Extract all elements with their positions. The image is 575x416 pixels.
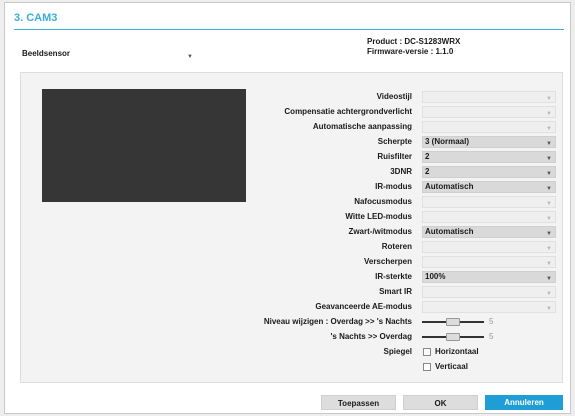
setting-row-ir-sterkte: IR-sterkte 100% ▼ bbox=[21, 270, 562, 284]
nafocus-select[interactable]: ▼ bbox=[422, 196, 556, 208]
category-select[interactable]: Beeldsensor ▼ bbox=[20, 47, 193, 60]
vertical-checkbox-label[interactable]: Verticaal bbox=[435, 360, 468, 374]
setting-label: Zwart-/witmodus bbox=[348, 227, 412, 236]
horizontal-checkbox[interactable] bbox=[423, 348, 431, 356]
roteren-select[interactable]: ▼ bbox=[422, 241, 556, 253]
setting-row-3dnr: 3DNR 2 ▼ bbox=[21, 165, 562, 179]
chevron-down-icon: ▼ bbox=[546, 261, 552, 267]
scherpte-value: 3 (Normaal) bbox=[425, 137, 470, 146]
setting-label: Roteren bbox=[381, 242, 412, 251]
chevron-down-icon: ▼ bbox=[546, 291, 552, 297]
apply-button[interactable]: Toepassen bbox=[321, 395, 396, 410]
setting-row-ruisfilter: Ruisfilter 2 ▼ bbox=[21, 150, 562, 164]
setting-row-blc: Compensatie achtergrondverlicht ▼ bbox=[21, 105, 562, 119]
3dnr-select[interactable]: 2 ▼ bbox=[422, 166, 556, 178]
setting-row-verscherpen: Verscherpen ▼ bbox=[21, 255, 562, 269]
setting-label: Verscherpen bbox=[363, 257, 412, 266]
chevron-down-icon: ▼ bbox=[546, 171, 552, 177]
setting-row-ir-modus: IR-modus Automatisch ▼ bbox=[21, 180, 562, 194]
chevron-down-icon: ▼ bbox=[546, 216, 552, 222]
setting-label: IR-modus bbox=[375, 182, 412, 191]
night-to-day-slider[interactable] bbox=[422, 333, 484, 341]
window-title: 3. CAM3 bbox=[14, 12, 58, 24]
3dnr-value: 2 bbox=[425, 167, 430, 176]
setting-label: Geavanceerde AE-modus bbox=[315, 302, 412, 311]
setting-row-zwart-wit: Zwart-/witmodus Automatisch ▼ bbox=[21, 225, 562, 239]
slider-thumb[interactable] bbox=[446, 318, 460, 326]
chevron-down-icon: ▼ bbox=[546, 306, 552, 312]
setting-label: Spiegel bbox=[383, 347, 412, 356]
chevron-down-icon: ▼ bbox=[546, 156, 552, 162]
firmware-version: Firmware-versie : 1.1.0 bbox=[367, 47, 454, 56]
day-to-night-slider[interactable] bbox=[422, 318, 484, 326]
setting-row-night-to-day: 's Nachts >> Overdag 5 bbox=[21, 330, 562, 344]
setting-label: Compensatie achtergrondverlicht bbox=[284, 107, 412, 116]
setting-label: Videostijl bbox=[376, 92, 412, 101]
setting-row-adv-ae: Geavanceerde AE-modus ▼ bbox=[21, 300, 562, 314]
slider-value: 5 bbox=[489, 317, 494, 326]
ir-modus-value: Automatisch bbox=[425, 182, 474, 191]
camera-settings-dialog: 3. CAM3 Product : DC-S1283WRX Firmware-v… bbox=[4, 2, 571, 414]
chevron-down-icon: ▼ bbox=[546, 186, 552, 192]
chevron-down-icon: ▼ bbox=[546, 141, 552, 147]
blc-select[interactable]: ▼ bbox=[422, 106, 556, 118]
scherpte-select[interactable]: 3 (Normaal) ▼ bbox=[422, 136, 556, 148]
slider-thumb[interactable] bbox=[446, 333, 460, 341]
ruisfilter-select[interactable]: 2 ▼ bbox=[422, 151, 556, 163]
zwart-wit-value: Automatisch bbox=[425, 227, 474, 236]
setting-row-smart-ir: Smart IR ▼ bbox=[21, 285, 562, 299]
chevron-down-icon: ▼ bbox=[187, 54, 193, 60]
verscherpen-select[interactable]: ▼ bbox=[422, 256, 556, 268]
chevron-down-icon: ▼ bbox=[546, 111, 552, 117]
setting-row-mirror-vertical: Verticaal bbox=[21, 360, 562, 374]
setting-row-nafocus: Nafocusmodus ▼ bbox=[21, 195, 562, 209]
chevron-down-icon: ▼ bbox=[546, 246, 552, 252]
setting-row-witte-led: Witte LED-modus ▼ bbox=[21, 210, 562, 224]
product-name: Product : DC-S1283WRX bbox=[367, 37, 461, 46]
vertical-checkbox[interactable] bbox=[423, 363, 431, 371]
setting-label: IR-sterkte bbox=[375, 272, 412, 281]
ok-button[interactable]: OK bbox=[403, 395, 478, 410]
cancel-button[interactable]: Annuleren bbox=[485, 395, 563, 410]
chevron-down-icon: ▼ bbox=[546, 126, 552, 132]
ir-modus-select[interactable]: Automatisch ▼ bbox=[422, 181, 556, 193]
setting-row-scherpte: Scherpte 3 (Normaal) ▼ bbox=[21, 135, 562, 149]
settings-panel: Videostijl ▼ Compensatie achtergrondverl… bbox=[20, 72, 563, 383]
auto-adjust-select[interactable]: ▼ bbox=[422, 121, 556, 133]
setting-label: Ruisfilter bbox=[377, 152, 412, 161]
setting-row-day-to-night: Niveau wijzigen : Overdag >> 's Nachts 5 bbox=[21, 315, 562, 329]
setting-label: Smart IR bbox=[379, 287, 412, 296]
adv-ae-select[interactable]: ▼ bbox=[422, 301, 556, 313]
setting-label: Nafocusmodus bbox=[354, 197, 412, 206]
setting-label: Scherpte bbox=[377, 137, 412, 146]
ir-sterkte-value: 100% bbox=[425, 272, 446, 281]
setting-row-auto-adjust: Automatische aanpassing ▼ bbox=[21, 120, 562, 134]
setting-row-roteren: Roteren ▼ bbox=[21, 240, 562, 254]
setting-label: Automatische aanpassing bbox=[312, 122, 412, 131]
category-select-value: Beeldsensor bbox=[22, 49, 71, 58]
setting-label: 3DNR bbox=[390, 167, 412, 176]
setting-row-mirror: Spiegel Horizontaal bbox=[21, 345, 562, 359]
videostijl-select[interactable]: ▼ bbox=[422, 91, 556, 103]
witte-led-select[interactable]: ▼ bbox=[422, 211, 556, 223]
ruisfilter-value: 2 bbox=[425, 152, 430, 161]
chevron-down-icon: ▼ bbox=[546, 276, 552, 282]
chevron-down-icon: ▼ bbox=[546, 201, 552, 207]
ir-sterkte-select[interactable]: 100% ▼ bbox=[422, 271, 556, 283]
slider-value: 5 bbox=[489, 332, 494, 341]
setting-label: Witte LED-modus bbox=[345, 212, 412, 221]
chevron-down-icon: ▼ bbox=[546, 96, 552, 102]
horizontal-checkbox-label[interactable]: Horizontaal bbox=[435, 345, 479, 359]
setting-label: 's Nachts >> Overdag bbox=[330, 332, 413, 341]
zwart-wit-select[interactable]: Automatisch ▼ bbox=[422, 226, 556, 238]
title-divider bbox=[14, 29, 564, 30]
smart-ir-select[interactable]: ▼ bbox=[422, 286, 556, 298]
chevron-down-icon: ▼ bbox=[546, 231, 552, 237]
setting-row-videostijl: Videostijl ▼ bbox=[21, 90, 562, 104]
device-info: Product : DC-S1283WRX Firmware-versie : … bbox=[367, 37, 460, 57]
setting-label: Niveau wijzigen : Overdag >> 's Nachts bbox=[263, 317, 412, 326]
